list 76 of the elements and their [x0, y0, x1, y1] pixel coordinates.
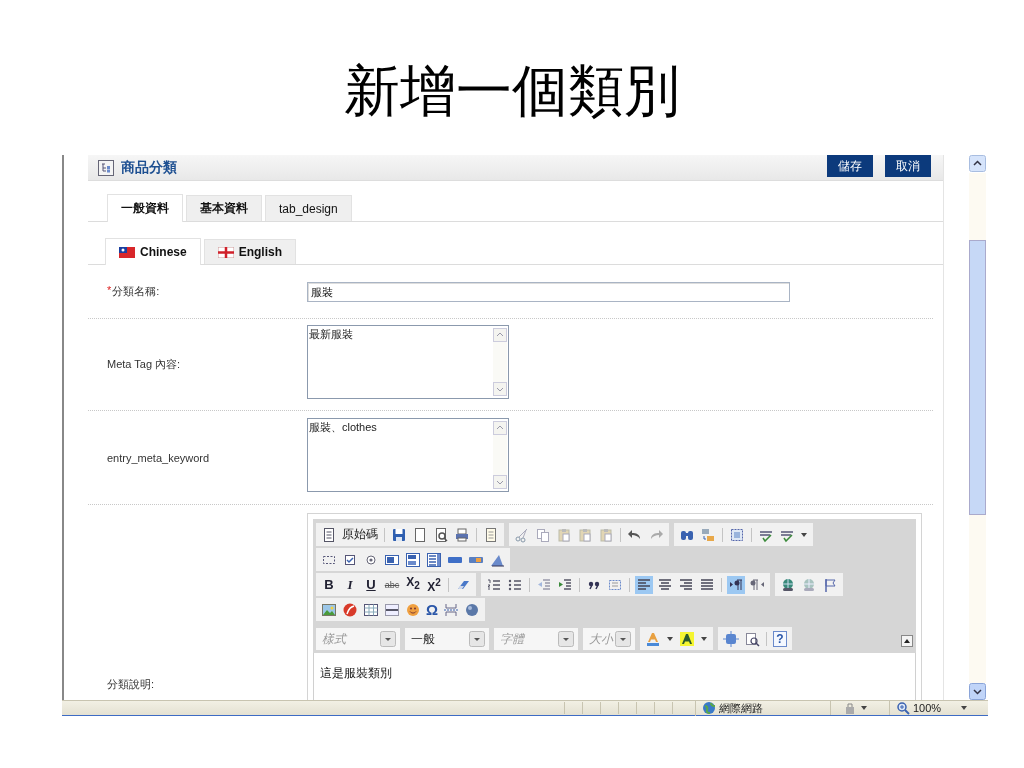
page-icon[interactable]	[412, 526, 428, 543]
tab[interactable]: 一般資料	[107, 194, 183, 222]
special-character-button[interactable]: Ω	[426, 601, 439, 618]
dropdown-arrow-icon[interactable]	[960, 704, 968, 712]
clipboard-icon[interactable]	[556, 526, 572, 543]
dropdown-arrow-icon[interactable]	[666, 634, 674, 643]
align-left-button[interactable]	[635, 575, 653, 594]
numbered-list-icon[interactable]	[486, 576, 502, 593]
panel-title: 商品分類	[121, 158, 177, 177]
globe-icon	[702, 701, 716, 715]
smiley-icon[interactable]	[405, 601, 421, 618]
italic-button[interactable]: I	[342, 576, 358, 593]
source-button[interactable]: 原始碼	[342, 526, 378, 543]
text-color-icon[interactable]	[645, 630, 661, 647]
collapse-toolbar-icon[interactable]	[901, 635, 913, 647]
table-icon[interactable]	[363, 601, 379, 618]
paragraph-ltr-button[interactable]	[727, 575, 745, 594]
justify-icon	[699, 576, 715, 593]
dropdown-arrow-icon[interactable]	[800, 530, 808, 539]
maximize-icon[interactable]	[723, 630, 739, 647]
language-tab[interactable]: Chinese	[105, 238, 201, 265]
background-color-icon[interactable]	[679, 630, 695, 647]
indent-icon[interactable]	[557, 576, 573, 593]
script-button[interactable]: X$_{2}$	[405, 574, 421, 595]
printer-icon[interactable]	[454, 526, 470, 543]
document-icon[interactable]	[321, 526, 337, 543]
list-box-icon[interactable]	[426, 551, 442, 568]
field-label: 分類說明:	[107, 677, 155, 692]
flag-icon	[217, 246, 234, 258]
zone-label: 網際網路	[719, 700, 763, 716]
clipboard-icon[interactable]	[577, 526, 593, 543]
template-icon[interactable]	[483, 526, 499, 543]
required-mark: *	[107, 284, 112, 298]
field-label: 分類名稱:	[112, 284, 160, 299]
text-area-icon[interactable]	[405, 551, 421, 568]
dropdown-arrow-icon[interactable]	[700, 634, 708, 643]
tree-icon	[98, 159, 114, 176]
save-icon[interactable]	[391, 526, 407, 543]
paragraph-rtl-icon	[749, 576, 765, 593]
flash-icon[interactable]	[342, 601, 358, 618]
zoom-level[interactable]: 100%	[913, 702, 942, 714]
dropdown[interactable]: 一般	[405, 628, 489, 650]
scrollbar[interactable]	[969, 155, 986, 700]
clipboard-icon[interactable]	[598, 526, 614, 543]
show-blocks-icon[interactable]	[744, 630, 760, 647]
tab-label: English	[238, 245, 283, 259]
text-area[interactable]: 最新服裝	[307, 324, 509, 399]
zoom-icon[interactable]	[896, 701, 910, 715]
text-area[interactable]: 服裝、clothes	[307, 417, 509, 492]
help-button[interactable]: ?	[773, 630, 787, 647]
tab-label: Chinese	[140, 245, 187, 259]
field-label: Meta Tag 內容:	[107, 357, 181, 372]
align-right-icon	[678, 576, 694, 593]
globe-chain-icon[interactable]	[780, 576, 796, 593]
slide-title: 新增一個類別	[344, 60, 680, 122]
tab[interactable]: tab_design	[265, 195, 352, 221]
input-field[interactable]: 服裝	[307, 281, 790, 302]
script-button[interactable]: X$^{2}$	[426, 574, 442, 595]
flag-icon	[119, 246, 135, 258]
strikethrough-button[interactable]: abc	[384, 576, 400, 593]
field-label: entry_meta_keyword	[107, 451, 210, 464]
align-left-icon	[636, 576, 652, 593]
cancel-button[interactable]: 取消	[885, 155, 931, 177]
save-button[interactable]: 儲存	[827, 155, 873, 177]
sphere-icon[interactable]	[464, 601, 481, 618]
image-icon[interactable]	[321, 601, 337, 618]
tab[interactable]: 基本資料	[186, 195, 262, 221]
bold-button[interactable]: B	[321, 576, 337, 593]
preview-icon[interactable]	[433, 526, 449, 543]
dropdown-arrow-icon[interactable]	[860, 704, 868, 712]
underline-button[interactable]: U	[363, 576, 379, 593]
select-all-icon[interactable]	[729, 526, 745, 543]
language-tab[interactable]: English	[203, 239, 297, 264]
align-center-icon	[657, 576, 673, 593]
flag-icon[interactable]	[822, 576, 838, 593]
paragraph-ltr-icon	[728, 576, 744, 593]
